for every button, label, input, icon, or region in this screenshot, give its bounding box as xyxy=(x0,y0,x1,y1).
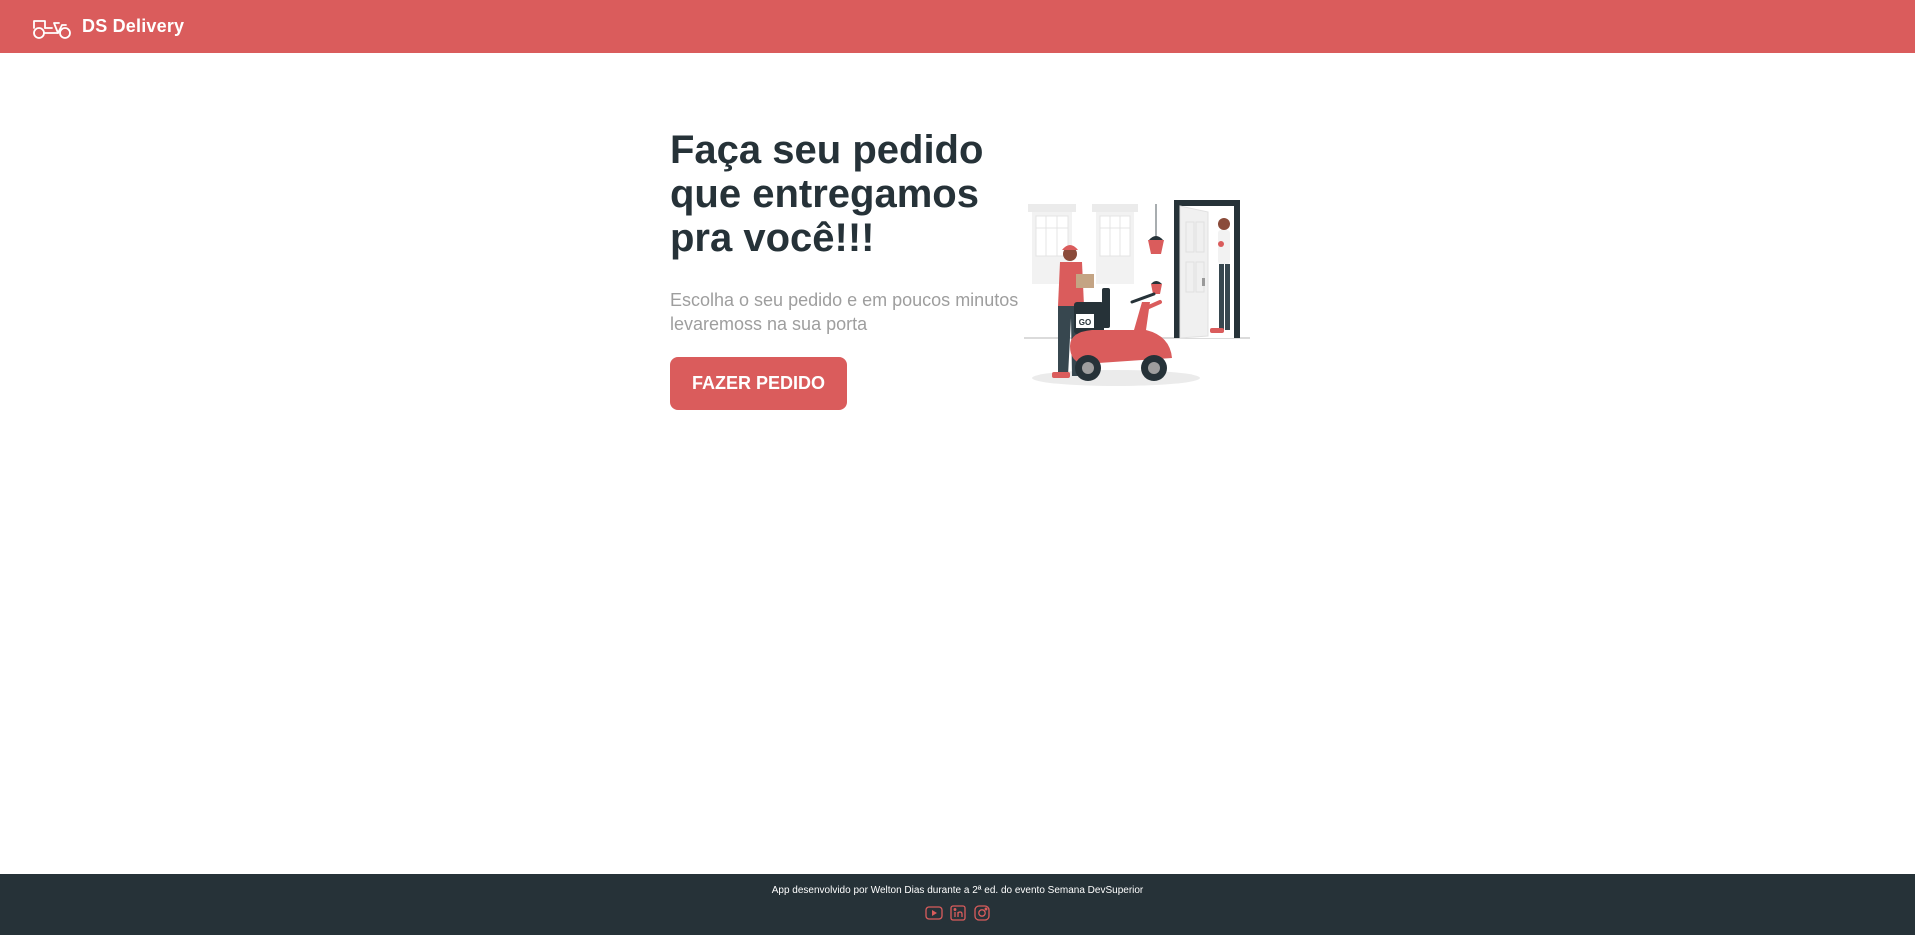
home-title: Faça seu pedido que entregamos pra você!… xyxy=(670,128,984,260)
window-right-graphic xyxy=(1092,204,1138,284)
app-title[interactable]: DS Delivery xyxy=(82,16,184,37)
home-subtitle: Escolha o seu pedido e em poucos minutos… xyxy=(670,290,1019,334)
footer: App desenvolvido por Welton Dias durante… xyxy=(0,874,1915,935)
delivery-illustration: GO xyxy=(1024,198,1250,390)
box-label: GO xyxy=(1079,318,1091,327)
social-links xyxy=(924,905,991,921)
footer-text: App desenvolvido por Welton Dias durante… xyxy=(771,885,1144,896)
youtube-icon[interactable] xyxy=(924,905,943,921)
instagram-icon[interactable] xyxy=(973,905,991,921)
make-order-button[interactable]: FAZER PEDIDO xyxy=(670,357,847,410)
linkedin-icon[interactable] xyxy=(949,905,967,921)
navbar: DS Delivery xyxy=(0,0,1915,53)
scooter-icon xyxy=(32,14,72,40)
home-section: Faça seu pedido que entregamos pra você!… xyxy=(670,128,1250,428)
